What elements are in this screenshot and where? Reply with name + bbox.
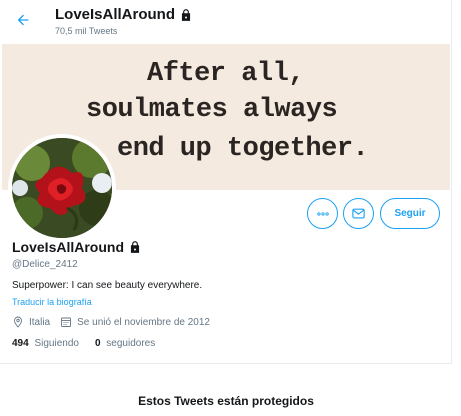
arrow-left-icon (17, 14, 29, 26)
lock-icon (181, 8, 191, 21)
envelope-icon (352, 208, 365, 219)
joined-item: Se unió el noviembre de 2012 (60, 316, 210, 328)
tweet-count: 70,5 mil Tweets (55, 26, 118, 36)
profile-header: LoveIsAllAround 70,5 mil Tweets (0, 0, 452, 44)
banner-text-line-2: soulmates always (86, 95, 338, 125)
profile-name-text: LoveIsAllAround (12, 239, 125, 255)
header-title: LoveIsAllAround (55, 6, 193, 23)
message-button[interactable] (343, 198, 374, 229)
following-label: Siguiendo (34, 338, 79, 349)
following-count: 494 (12, 338, 29, 349)
banner-text-line-3: end up together. (117, 134, 369, 164)
avatar[interactable] (8, 134, 116, 242)
translate-bio-link[interactable]: Traducir la biografía (12, 297, 92, 307)
lock-icon (130, 241, 140, 253)
follow-stats: 494 Siguiendo 0 seguidores (12, 338, 171, 349)
more-options-button[interactable] (307, 198, 338, 229)
joined-text: Se unió el noviembre de 2012 (77, 316, 210, 328)
following-link[interactable]: 494 Siguiendo (12, 338, 79, 349)
profile-meta: Italia Se unió el noviembre de 2012 (12, 316, 220, 328)
calendar-icon (61, 317, 72, 327)
banner-text-line-1: After all, (147, 59, 305, 89)
more-icon (316, 211, 329, 216)
profile-column: LoveIsAllAround 70,5 mil Tweets After al… (0, 0, 452, 364)
back-button[interactable] (10, 7, 36, 33)
avatar-rose-image (12, 138, 112, 238)
location-pin-icon (14, 316, 22, 328)
profile-handle: @Delice_2412 (12, 259, 78, 270)
followers-link[interactable]: 0 seguidores (95, 338, 155, 349)
location-item: Italia (12, 316, 50, 328)
protected-tweets-notice: Estos Tweets están protegidos (138, 394, 314, 408)
followers-count: 0 (94, 338, 101, 349)
location-text: Italia (29, 316, 51, 328)
profile-name: LoveIsAllAround (12, 239, 142, 255)
followers-label: seguidores (106, 338, 156, 349)
profile-bio: Superpower: I can see beauty everywhere. (12, 280, 203, 291)
follow-button[interactable]: Seguir (380, 198, 440, 229)
header-name-text: LoveIsAllAround (55, 6, 176, 23)
